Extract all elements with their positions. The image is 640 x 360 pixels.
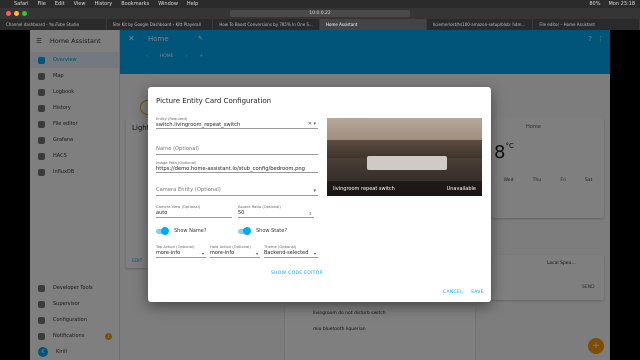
name-field-placeholder[interactable]: Name (Optional) — [156, 145, 318, 154]
save-button[interactable]: SAVE — [471, 290, 484, 295]
menu-edit[interactable]: Edit — [55, 1, 65, 7]
camera-view-field[interactable]: Camera View (Optional) auto — [156, 205, 232, 218]
show-code-editor-button[interactable]: SHOW CODE EDITOR — [271, 271, 323, 276]
camera-view-value[interactable]: auto — [156, 209, 232, 217]
card-preview: livingroom repeat switch Unavailable — [327, 118, 482, 196]
close-window-button[interactable] — [6, 11, 11, 16]
clock[interactable]: Mon 23:18 — [608, 1, 635, 7]
image-path-field[interactable]: Image Path (Optional) https://demo.home-… — [156, 161, 318, 173]
menu-view[interactable]: View — [74, 1, 86, 7]
theme-field[interactable]: Theme (Optional) Backend-selected ▾ — [264, 245, 318, 258]
browser-tab-bar: Channel dashboard - YouTube Studio Site … — [0, 19, 640, 30]
dialog-title: Picture Entity Card Configuration — [156, 97, 272, 105]
camera-entity-placeholder[interactable]: Camera Entity (Optional) — [156, 186, 318, 195]
aspect-ratio-value[interactable]: 50 — [238, 209, 314, 217]
browser-tab[interactable]: How To Boost Conversions by 785% In One … — [213, 19, 321, 30]
chevron-down-icon[interactable]: ▾ — [256, 251, 258, 256]
image-path-value[interactable]: https://demo.home-assistant.io/stub_conf… — [156, 165, 318, 172]
browser-tab[interactable]: File editor – Home Assistant — [533, 19, 640, 30]
entity-field-value[interactable]: switch.livingroom_repeat_switch — [156, 121, 318, 128]
show-state-switch[interactable] — [238, 227, 251, 235]
hold-action-field[interactable]: Hold Action (Optional) more-info ▾ — [210, 245, 260, 258]
browser-toolbar: 10.0.0.22 — [0, 8, 640, 19]
address-bar[interactable]: 10.0.0.22 — [230, 10, 410, 17]
menu-file[interactable]: File — [38, 1, 46, 7]
menu-bookmarks[interactable]: Bookmarks — [121, 1, 149, 7]
camera-entity-field[interactable]: Camera Entity (Optional) ▾ — [156, 186, 318, 196]
browser-tab[interactable]: hciemerlost/hs100-amazon-setup/blob: hdm… — [427, 19, 534, 30]
chevron-down-icon[interactable]: ▾ — [314, 251, 316, 256]
preview-entity-name: livingroom repeat switch — [333, 185, 395, 192]
show-name-switch[interactable] — [156, 227, 169, 235]
show-state-label: Show State? — [256, 228, 287, 234]
show-name-toggle[interactable]: Show Name? — [156, 227, 207, 235]
chevron-down-icon[interactable]: ▾ — [313, 188, 316, 194]
menu-history[interactable]: History — [94, 1, 112, 7]
aspect-ratio-field[interactable]: Aspect Ratio (Optional) 50 ⇕ — [238, 205, 314, 218]
preview-image-bed — [367, 156, 447, 170]
preview-entity-state: Unavailable — [446, 185, 476, 192]
clear-dropdown-icons[interactable]: ✕ ▾ — [308, 121, 316, 127]
card-config-dialog: Picture Entity Card Configuration Entity… — [148, 87, 491, 302]
stepper-icon[interactable]: ⇕ — [309, 211, 312, 216]
battery-status[interactable]: 80% — [589, 1, 600, 7]
menu-window[interactable]: Window — [158, 1, 178, 7]
browser-tab[interactable]: Site Kit by Google Dashboard ‹ Kitt Play… — [107, 19, 214, 30]
theme-value[interactable]: Backend-selected — [264, 249, 318, 257]
show-state-toggle[interactable]: Show State? — [238, 227, 287, 235]
name-field[interactable]: Name (Optional) — [156, 145, 318, 155]
hold-action-value[interactable]: more-info — [210, 249, 260, 257]
entity-field[interactable]: Entity (Required) switch.livingroom_repe… — [156, 117, 318, 129]
macos-menu-bar: Safari File Edit View History Bookmarks … — [0, 0, 640, 8]
preview-caption: livingroom repeat switch Unavailable — [327, 181, 482, 196]
tap-action-value[interactable]: more-info — [156, 249, 206, 257]
minimize-window-button[interactable] — [14, 11, 19, 16]
browser-tab[interactable]: Channel dashboard - YouTube Studio — [0, 19, 107, 30]
browser-tab-active[interactable]: Home Assistant — [320, 19, 427, 30]
zoom-window-button[interactable] — [22, 11, 27, 16]
chevron-down-icon[interactable]: ▾ — [202, 251, 204, 256]
cancel-button[interactable]: CANCEL — [443, 290, 463, 295]
show-name-label: Show Name? — [174, 228, 207, 234]
menu-safari[interactable]: Safari — [14, 1, 29, 7]
tap-action-field[interactable]: Tap Action (Optional) more-info ▾ — [156, 245, 206, 258]
menu-help[interactable]: Help — [187, 1, 198, 7]
